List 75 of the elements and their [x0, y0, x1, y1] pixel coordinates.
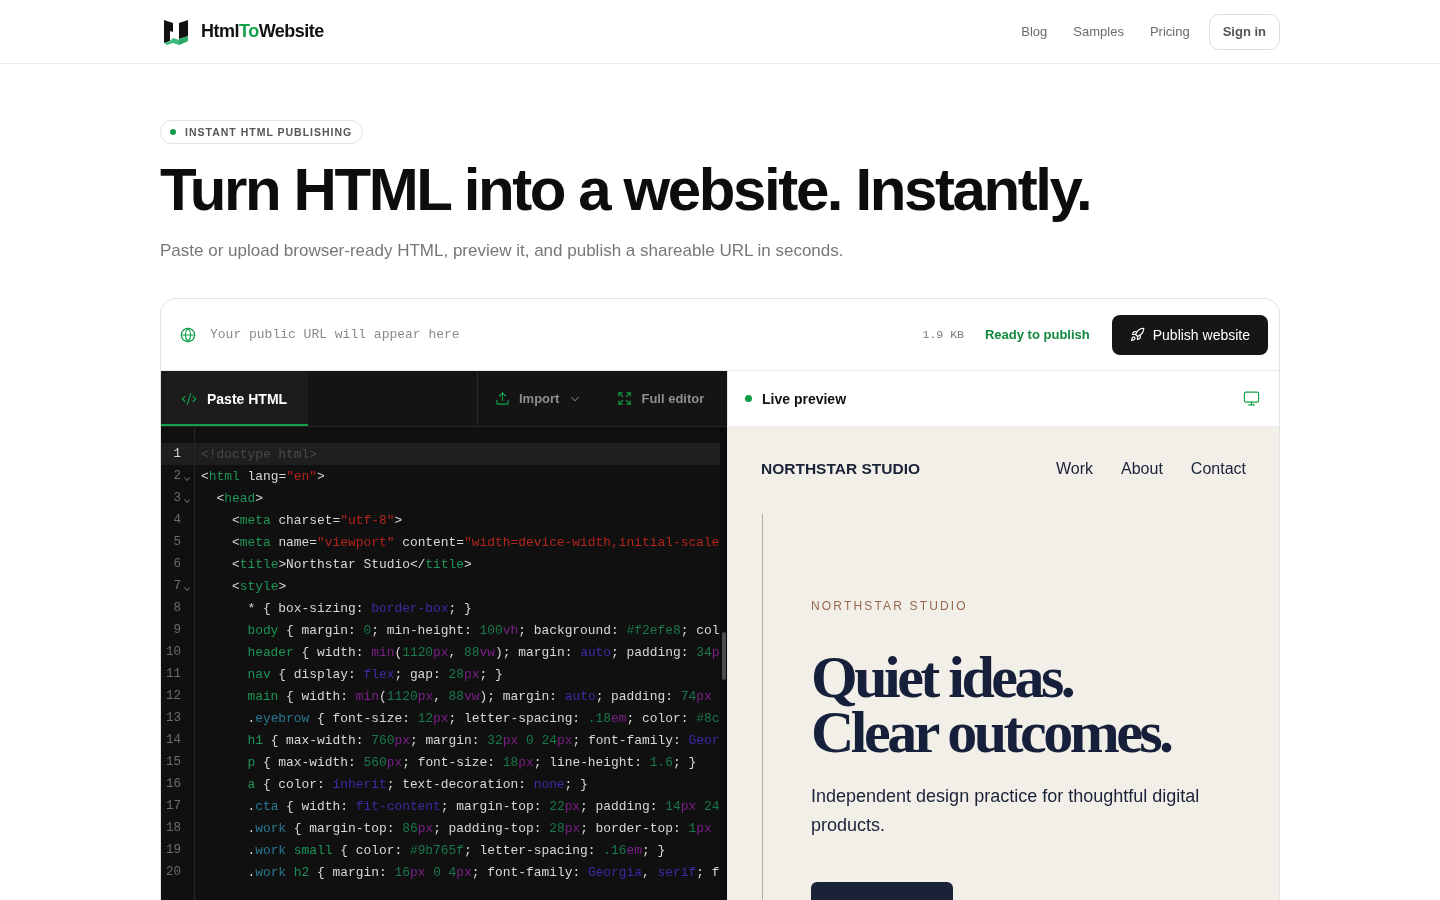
line-number: 20: [166, 865, 181, 879]
preview-title: Live preview: [762, 390, 847, 407]
expand-icon: [617, 391, 633, 406]
code-line: <style>: [231, 578, 287, 594]
scrollbar-thumb[interactable]: [721, 632, 726, 680]
fold-chevron-icon[interactable]: [183, 586, 190, 591]
code-line: a { color: inherit; text-decoration: none; }: [247, 776, 588, 792]
fold-chevron-icon[interactable]: [183, 476, 190, 481]
line-number: 5: [173, 535, 181, 549]
code-line: main { width: min(1120px, 88vw); margin: auto; padding: 74px: [247, 688, 712, 704]
url-field[interactable]: Your public URL will appear here: [208, 326, 923, 343]
code-line: <title>Northstar Studio</title>: [231, 556, 472, 572]
code-line: * { box-sizing: border-box; }: [247, 600, 472, 616]
line-number: 7: [173, 579, 181, 593]
line-number: 11: [166, 667, 181, 681]
code-line: .eyebrow { font-size: 12px; letter-spacing: .18em; color: #8c: [247, 710, 720, 726]
site-nav-link[interactable]: About: [1121, 460, 1163, 478]
expand-button[interactable]: Full editor: [617, 391, 705, 406]
publish-button[interactable]: Publish website: [1111, 314, 1268, 355]
status-dot-icon: [170, 129, 176, 135]
line-number: 8: [173, 601, 181, 615]
code-line: body { margin: 0; min-height: 100vh; background: #f2efe8; col: [247, 622, 720, 638]
code-line: .cta { width: fit-content; margin-top: 22px; padding: 14px 24: [247, 798, 720, 814]
code-line: header { width: min(1120px, 88vw); margin: auto; padding: 34p: [247, 644, 720, 660]
code-line: p { max-width: 560px; font-size: 18px; line-height: 1.6; }: [247, 754, 697, 770]
sign-in-button[interactable]: Sign in: [1208, 13, 1280, 50]
site-nav-link[interactable]: Contact: [1190, 460, 1246, 478]
site-lede: Independent design practice for thoughtful digital products.: [811, 785, 1201, 837]
line-number: 3: [173, 491, 181, 505]
nav-link[interactable]: Pricing: [1149, 24, 1190, 39]
badge-text: INSTANT HTML PUBLISHING: [185, 126, 353, 138]
code-line: <meta name="viewport" content="width=device-width,initial-scale: [231, 534, 720, 550]
line-number: 16: [166, 777, 181, 791]
live-dot-icon: [745, 395, 752, 402]
code-icon: [181, 390, 197, 407]
line-number: 13: [166, 711, 181, 725]
site-nav-link[interactable]: Work: [1056, 460, 1094, 478]
site-headline: Quiet ideas. Clear outcomes.: [811, 650, 1173, 760]
brand-name[interactable]: HtmlToWebsite: [201, 21, 324, 42]
globe-icon: [180, 326, 196, 343]
logo-icon: [164, 18, 188, 45]
line-number: 14: [166, 733, 181, 747]
hero-headline: Turn HTML into a website. Instantly.: [160, 158, 1092, 222]
import-button[interactable]: Import: [495, 391, 583, 406]
code-line: h1 { max-width: 760px; margin: 32px 0 24px; font-family: Geor: [247, 732, 720, 748]
code-line: .work h2 { margin: 16px 0 4px; font-family: Georgia, serif; f: [247, 864, 720, 880]
fold-chevron-icon[interactable]: [183, 498, 190, 503]
line-number: 6: [173, 557, 181, 571]
nav-link[interactable]: Blog: [1021, 24, 1048, 39]
line-number: 10: [166, 645, 181, 659]
code-line: <html lang="en">: [201, 468, 325, 484]
line-number: 12: [166, 689, 181, 703]
rocket-icon: [1129, 327, 1145, 342]
line-number: 1: [173, 447, 181, 461]
line-number: 2: [173, 469, 181, 483]
eyebrow-text: NORTHSTAR STUDIO: [811, 599, 969, 613]
site-brand: NORTHSTAR STUDIO: [761, 460, 920, 478]
code-line: <head>: [216, 490, 263, 506]
code-line: .work small { color: #9b765f; letter-spacing: .16em; }: [247, 842, 666, 858]
upload-icon: [495, 391, 510, 406]
line-number: 4: [173, 513, 181, 527]
code-line: nav { display: flex; gap: 28px; }: [247, 666, 503, 682]
file-size-text: 1.9 KB: [922, 328, 964, 341]
line-number: 9: [173, 623, 181, 637]
line-number: 18: [166, 821, 181, 835]
line-number: 19: [166, 843, 181, 857]
line-number: 17: [166, 799, 181, 813]
nav-link[interactable]: Samples: [1073, 24, 1124, 39]
editor-tab[interactable]: Paste HTML: [161, 371, 309, 426]
code-line: .work { margin-top: 86px; padding-top: 28px; border-top: 1px: [247, 820, 712, 836]
line-number: 15: [166, 755, 181, 769]
code-line: <meta charset="utf-8">: [231, 512, 403, 528]
publish-status-text: Ready to publish: [985, 327, 1090, 342]
hero-subtitle: Paste or upload browser-ready HTML, preview it, and publish a shareable URL in seconds.: [160, 241, 845, 260]
monitor-icon[interactable]: [1243, 390, 1260, 407]
